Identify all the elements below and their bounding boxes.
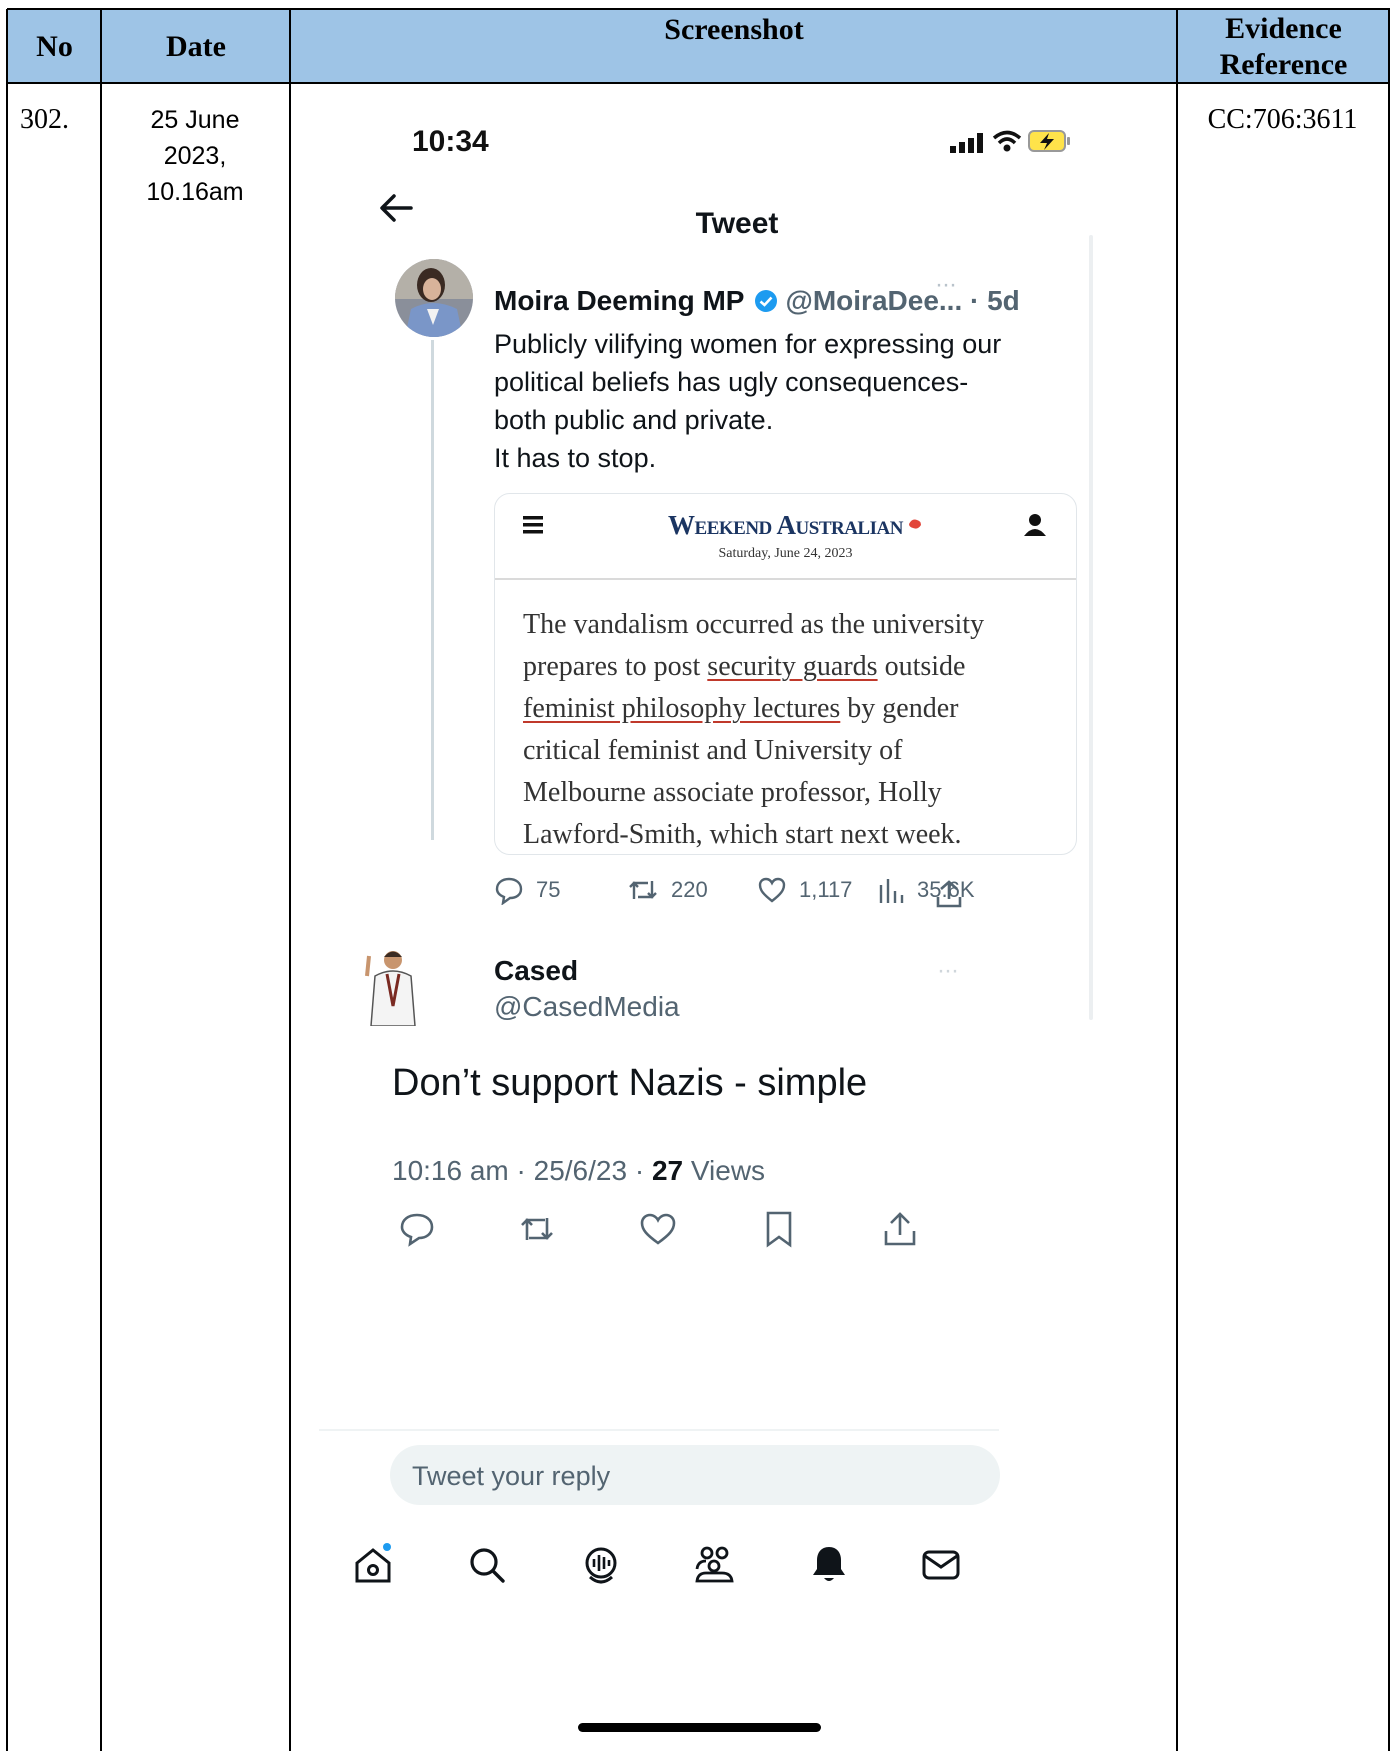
- article-text: The vandalism occurred as the university…: [523, 604, 1063, 854]
- heart-icon: [758, 877, 786, 903]
- tweet-timestamp-views: 10:16 am · 25/6/23 · 27 Views: [392, 1155, 765, 1187]
- reply-icon: [495, 877, 523, 905]
- article-text-span: prepares to post: [523, 651, 708, 682]
- map-emblem-icon: [909, 519, 921, 529]
- share-icon[interactable]: [935, 879, 963, 909]
- spaces-icon[interactable]: [579, 1543, 623, 1587]
- signal-icon: [950, 133, 983, 153]
- reply-author-avatar[interactable]: [357, 946, 429, 1026]
- reply-author-handle[interactable]: @CasedMedia: [494, 991, 680, 1023]
- tweet-line: political beliefs has ugly consequences-: [494, 367, 969, 397]
- article-line: The vandalism occurred as the university: [523, 609, 985, 640]
- row-date-line: 25 June: [150, 106, 240, 134]
- reply-author-name[interactable]: Cased: [494, 955, 578, 987]
- header-evidence-label: Evidence Reference: [1219, 11, 1348, 81]
- tweet-line: Publicly vilifying women for expressing …: [494, 329, 1002, 359]
- highlighted-phrase: feminist philosophy lectures: [523, 693, 841, 724]
- retweet-count: 220: [671, 877, 708, 902]
- evidence-reference: CC:706:3611: [1207, 104, 1358, 135]
- table-border: [7, 82, 1390, 84]
- table-border: [100, 9, 102, 1751]
- article-text-span: outside: [877, 651, 966, 682]
- newspaper-header: Weekend Australian Saturday, June 24, 20…: [495, 494, 1076, 580]
- reply-action-icon[interactable]: [395, 1207, 439, 1251]
- article-line: prepares to post security guards outside: [523, 646, 1063, 688]
- tweet-line: It has to stop.: [494, 443, 657, 473]
- row-date-line: 2023,: [163, 142, 227, 170]
- scrollbar[interactable]: [1089, 235, 1093, 1020]
- tweet-line: both public and private.: [494, 405, 774, 435]
- thread-line: [431, 340, 434, 840]
- reply-tweet-text: Don’t support Nazis - simple: [392, 1062, 868, 1104]
- like-action-icon[interactable]: [636, 1207, 680, 1251]
- notifications-bell-icon[interactable]: [807, 1543, 851, 1587]
- header-screenshot: Screenshot: [290, 9, 1178, 84]
- page-title: Tweet: [695, 207, 779, 240]
- header-date-label: Date: [166, 29, 226, 63]
- retweet-count-button[interactable]: 220: [627, 875, 708, 905]
- article-line: Melbourne associate professor, Holly: [523, 777, 942, 808]
- article-line: critical feminist and University of: [523, 735, 903, 766]
- newspaper-masthead: Weekend Australian: [668, 510, 903, 540]
- wifi-icon: [992, 130, 1022, 152]
- table-border: [289, 9, 291, 1751]
- tweet-text: Publicly vilifying women for expressing …: [494, 325, 1074, 477]
- composer-divider: [319, 1429, 999, 1431]
- reply-input[interactable]: Tweet your reply: [390, 1445, 1000, 1505]
- timestamp: 10:16 am · 25/6/23 ·: [392, 1155, 652, 1186]
- user-profile-icon: [1024, 514, 1046, 536]
- header-evidence-reference: Evidence Reference: [1177, 9, 1390, 84]
- header-screenshot-label: Screenshot: [664, 13, 804, 46]
- reply-more-options-icon[interactable]: ···: [937, 957, 959, 985]
- row-number: 302.: [20, 104, 69, 135]
- views-label: Views: [683, 1155, 766, 1186]
- article-line: feminist philosophy lectures by gender: [523, 688, 1063, 730]
- communities-icon[interactable]: [692, 1543, 736, 1587]
- newspaper-date: Saturday, June 24, 2023: [718, 546, 853, 561]
- status-time: 10:34: [412, 125, 489, 158]
- views-chart-icon: [879, 879, 904, 903]
- phone-screenshot: 10:34 Tweet Moira Deeming MP @MoiraDee..…: [319, 95, 1117, 1751]
- table-border: [1176, 9, 1178, 1751]
- reply-count-button[interactable]: 75: [494, 875, 560, 905]
- row-date: 25 June 2023, 10.16am: [101, 102, 289, 210]
- search-icon[interactable]: [465, 1543, 509, 1587]
- retweet-icon: [629, 881, 657, 899]
- author-handle-time: @MoiraDee... · 5d: [785, 285, 1020, 316]
- bookmark-action-icon[interactable]: [757, 1207, 801, 1251]
- messages-icon[interactable]: [919, 1543, 963, 1587]
- like-count: 1,117: [799, 877, 853, 902]
- views-number: 27: [651, 1155, 684, 1186]
- article-line: Lawford-Smith, which start next week.: [523, 819, 962, 850]
- verified-badge-icon: [754, 290, 777, 312]
- reply-count: 75: [536, 877, 561, 902]
- article-text-span: by gender: [840, 693, 959, 724]
- news-clipping-image[interactable]: Weekend Australian Saturday, June 24, 20…: [494, 493, 1077, 855]
- more-options-icon[interactable]: ···: [935, 271, 957, 299]
- row-date-line: 10.16am: [146, 178, 244, 206]
- highlighted-phrase: security guards: [707, 651, 878, 682]
- table-border-top: [7, 8, 1390, 10]
- share-action-icon[interactable]: [878, 1207, 922, 1251]
- home-icon[interactable]: [351, 1543, 395, 1587]
- header-date: Date: [101, 9, 291, 84]
- home-indicator-bar[interactable]: [578, 1723, 821, 1732]
- header-no-label: No: [36, 29, 73, 63]
- author-avatar[interactable]: [395, 259, 473, 337]
- like-count-button[interactable]: 1,117: [757, 875, 852, 905]
- header-no: No: [7, 9, 102, 84]
- battery-charging-icon: [1028, 130, 1070, 152]
- table-border-right: [1388, 9, 1390, 1751]
- retweet-action-icon[interactable]: [515, 1207, 559, 1251]
- author-name-text[interactable]: Moira Deeming MP: [494, 285, 744, 316]
- table-border-left: [6, 9, 8, 1751]
